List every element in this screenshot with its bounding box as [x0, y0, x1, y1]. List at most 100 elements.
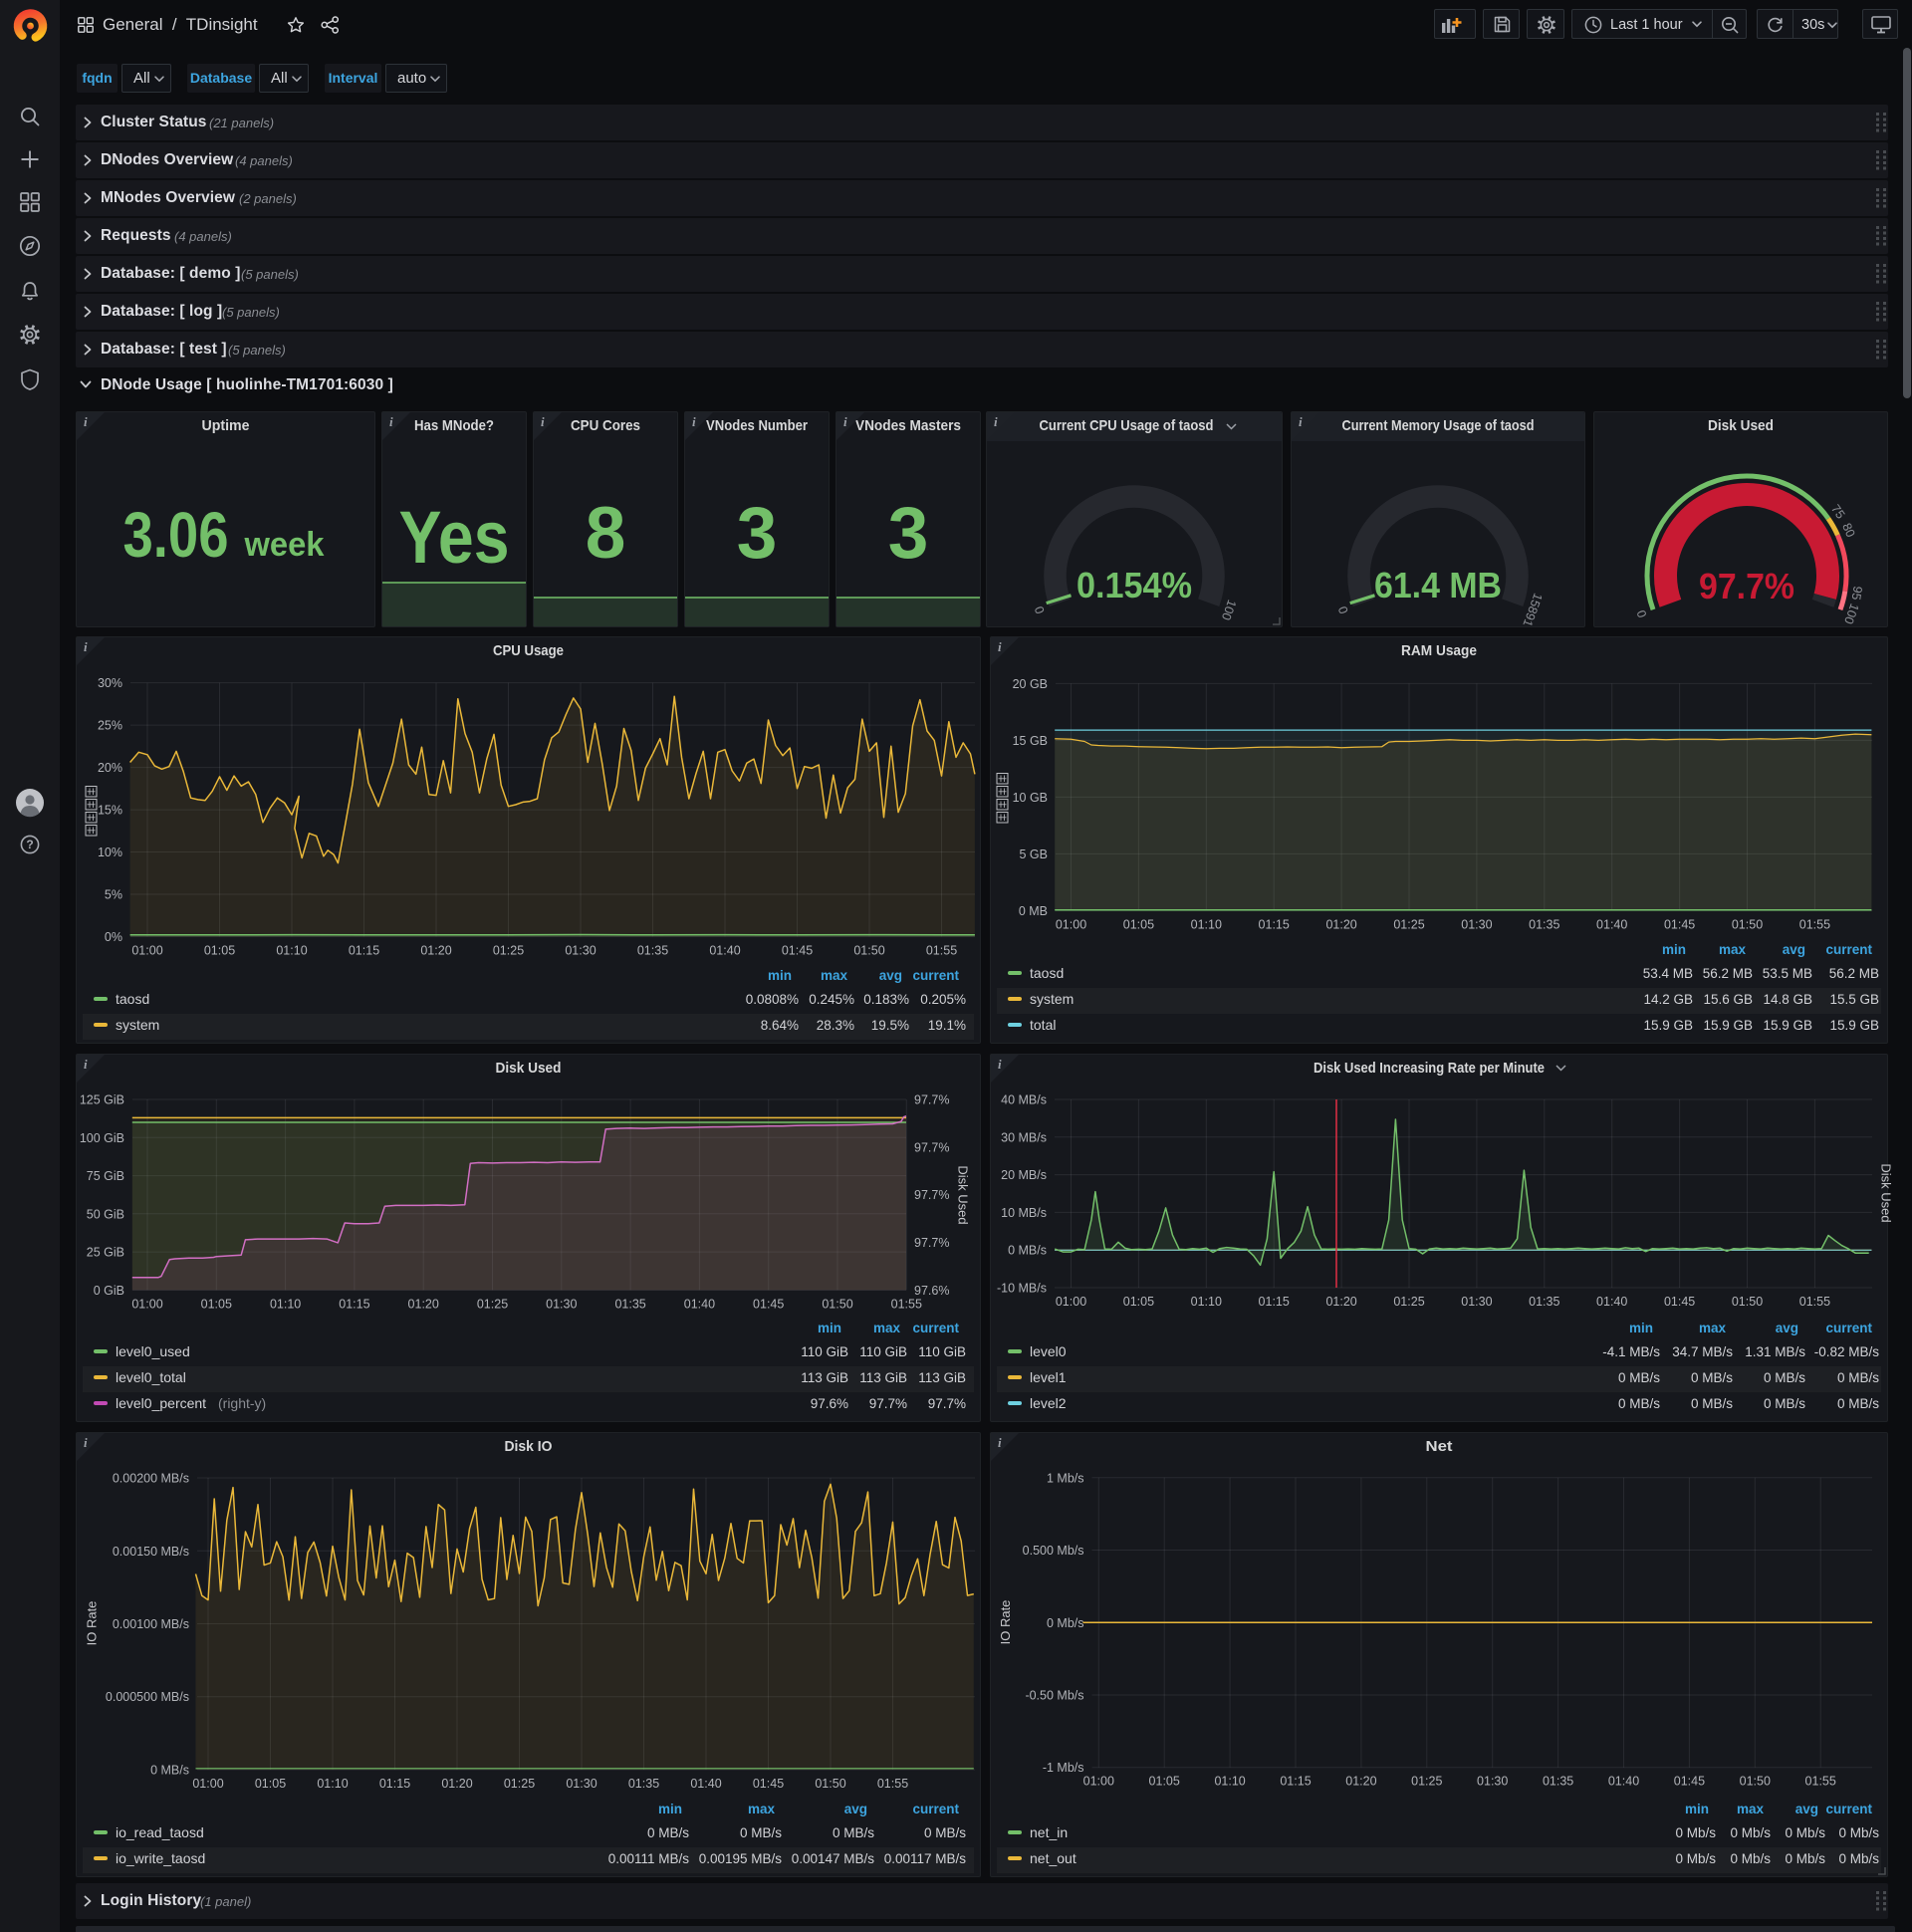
svg-text:15.9 GB: 15.9 GB: [1703, 1018, 1753, 1033]
svg-text:01:45: 01:45: [753, 1777, 784, 1791]
svg-text:01:15: 01:15: [1259, 1295, 1290, 1309]
svg-text:Current Memory Usage of taosd: Current Memory Usage of taosd: [1342, 417, 1535, 434]
svg-text:01:50: 01:50: [822, 1297, 852, 1311]
svg-text:30%: 30%: [98, 676, 122, 690]
svg-text:0 Mb/s: 0 Mb/s: [1838, 1825, 1879, 1840]
svg-text:total: total: [1030, 1017, 1056, 1033]
svg-text:50 GiB: 50 GiB: [87, 1207, 124, 1221]
svg-text:80: 80: [1839, 521, 1857, 539]
svg-text:20%: 20%: [98, 761, 122, 775]
svg-text:01:55: 01:55: [877, 1777, 908, 1791]
svg-text:0: 0: [1335, 604, 1351, 615]
svg-text:01:10: 01:10: [276, 944, 307, 958]
svg-text:01:20: 01:20: [408, 1297, 439, 1311]
svg-text:0 MB/s: 0 MB/s: [1837, 1396, 1879, 1411]
svg-text:avg: avg: [1783, 942, 1805, 957]
svg-text:100 GiB: 100 GiB: [80, 1131, 124, 1145]
svg-text:Uptime: Uptime: [202, 417, 250, 434]
svg-text:01:30: 01:30: [1461, 917, 1492, 931]
svg-text:01:00: 01:00: [1056, 1295, 1086, 1309]
svg-text:net_out: net_out: [1030, 1850, 1076, 1866]
svg-text:15 GB: 15 GB: [1013, 734, 1048, 748]
svg-text:VNodes Number: VNodes Number: [706, 417, 808, 434]
svg-text:01:10: 01:10: [270, 1297, 301, 1311]
svg-text:01:35: 01:35: [1543, 1775, 1573, 1789]
svg-text:1 Mb/s: 1 Mb/s: [1047, 1471, 1084, 1485]
svg-text:20 MB/s: 20 MB/s: [1001, 1168, 1047, 1182]
svg-text:0: 0: [1032, 604, 1048, 615]
svg-text:system: system: [116, 1017, 159, 1033]
svg-text:01:10: 01:10: [1214, 1775, 1245, 1789]
svg-text:0.00117 MB/s: 0.00117 MB/s: [884, 1851, 967, 1866]
svg-text:20 GB: 20 GB: [1013, 677, 1048, 691]
svg-text:97.7%: 97.7%: [914, 1140, 949, 1154]
svg-text:0 Mb/s: 0 Mb/s: [1047, 1616, 1084, 1630]
svg-text:0.00200 MB/s: 0.00200 MB/s: [113, 1472, 189, 1486]
svg-text:current: current: [912, 1802, 959, 1816]
svg-text:current: current: [1825, 942, 1872, 957]
svg-text:01:00: 01:00: [1083, 1775, 1114, 1789]
svg-text:min: min: [1629, 1321, 1653, 1335]
svg-text:28.3%: 28.3%: [817, 1018, 854, 1033]
svg-text:net_in: net_in: [1030, 1824, 1068, 1840]
svg-text:01:05: 01:05: [1123, 917, 1154, 931]
svg-text:min: min: [768, 968, 792, 983]
svg-text:0 Mb/s: 0 Mb/s: [1675, 1825, 1716, 1840]
svg-text:56.2 MB: 56.2 MB: [1829, 966, 1879, 981]
svg-text:Disk Used: Disk Used: [1879, 1163, 1894, 1222]
svg-text:61.4 MB: 61.4 MB: [1374, 565, 1502, 605]
svg-text:110 GiB: 110 GiB: [859, 1344, 907, 1359]
svg-text:01:10: 01:10: [317, 1777, 348, 1791]
svg-text:-0.82 MB/s: -0.82 MB/s: [1814, 1344, 1880, 1359]
svg-text:01:10: 01:10: [1191, 917, 1222, 931]
svg-text:max: max: [873, 1321, 901, 1335]
svg-text:01:35: 01:35: [1529, 917, 1559, 931]
svg-text:01:00: 01:00: [131, 944, 162, 958]
svg-text:0.205%: 0.205%: [920, 992, 966, 1007]
svg-text:io_read_taosd: io_read_taosd: [116, 1824, 204, 1840]
svg-text:8: 8: [586, 493, 626, 574]
svg-text:30 MB/s: 30 MB/s: [1001, 1130, 1047, 1144]
svg-text:Current CPU Usage of taosd: Current CPU Usage of taosd: [1040, 417, 1214, 434]
svg-text:01:55: 01:55: [891, 1297, 922, 1311]
svg-text:0.500 Mb/s: 0.500 Mb/s: [1023, 1544, 1084, 1558]
svg-text:min: min: [658, 1802, 682, 1816]
svg-text:01:35: 01:35: [614, 1297, 645, 1311]
svg-text:19.1%: 19.1%: [928, 1018, 966, 1033]
svg-text:01:35: 01:35: [1529, 1295, 1559, 1309]
svg-text:95: 95: [1849, 586, 1865, 602]
svg-text:01:55: 01:55: [1799, 917, 1830, 931]
svg-text:10 GB: 10 GB: [1013, 791, 1048, 805]
svg-text:01:20: 01:20: [441, 1777, 472, 1791]
svg-text:0 Mb/s: 0 Mb/s: [1785, 1851, 1825, 1866]
svg-text:01:40: 01:40: [684, 1297, 715, 1311]
svg-text:113 GiB: 113 GiB: [918, 1370, 966, 1385]
svg-text:01:25: 01:25: [1393, 917, 1424, 931]
svg-text:Disk Used: Disk Used: [955, 1165, 970, 1224]
svg-text:Disk IO: Disk IO: [505, 1438, 553, 1455]
svg-text:-0.50 Mb/s: -0.50 Mb/s: [1025, 1689, 1083, 1703]
svg-text:01:45: 01:45: [1664, 917, 1695, 931]
svg-text:10%: 10%: [98, 845, 122, 859]
svg-text:1.31 MB/s: 1.31 MB/s: [1745, 1344, 1805, 1359]
svg-text:avg: avg: [844, 1802, 867, 1816]
svg-text:8.64%: 8.64%: [761, 1018, 799, 1033]
svg-text:97.7%: 97.7%: [914, 1188, 949, 1202]
svg-text:0.154%: 0.154%: [1076, 565, 1192, 605]
svg-text:01:15: 01:15: [1259, 917, 1290, 931]
svg-text:01:20: 01:20: [1345, 1775, 1376, 1789]
svg-text:19.5%: 19.5%: [871, 1018, 909, 1033]
svg-text:0.00147 MB/s: 0.00147 MB/s: [792, 1851, 875, 1866]
svg-text:01:00: 01:00: [1056, 917, 1086, 931]
svg-text:113 GiB: 113 GiB: [859, 1370, 907, 1385]
svg-text:56.2 MB: 56.2 MB: [1703, 966, 1753, 981]
svg-text:01:05: 01:05: [201, 1297, 232, 1311]
svg-text:01:45: 01:45: [1674, 1775, 1705, 1789]
svg-text:3: 3: [737, 493, 778, 574]
svg-text:01:55: 01:55: [1799, 1295, 1830, 1309]
svg-text:34.7 MB/s: 34.7 MB/s: [1672, 1344, 1733, 1359]
svg-text:0: 0: [1634, 608, 1650, 619]
svg-text:taosd: taosd: [1030, 965, 1064, 981]
svg-text:0 GiB: 0 GiB: [94, 1284, 124, 1298]
svg-text:-1 Mb/s: -1 Mb/s: [1043, 1761, 1084, 1775]
